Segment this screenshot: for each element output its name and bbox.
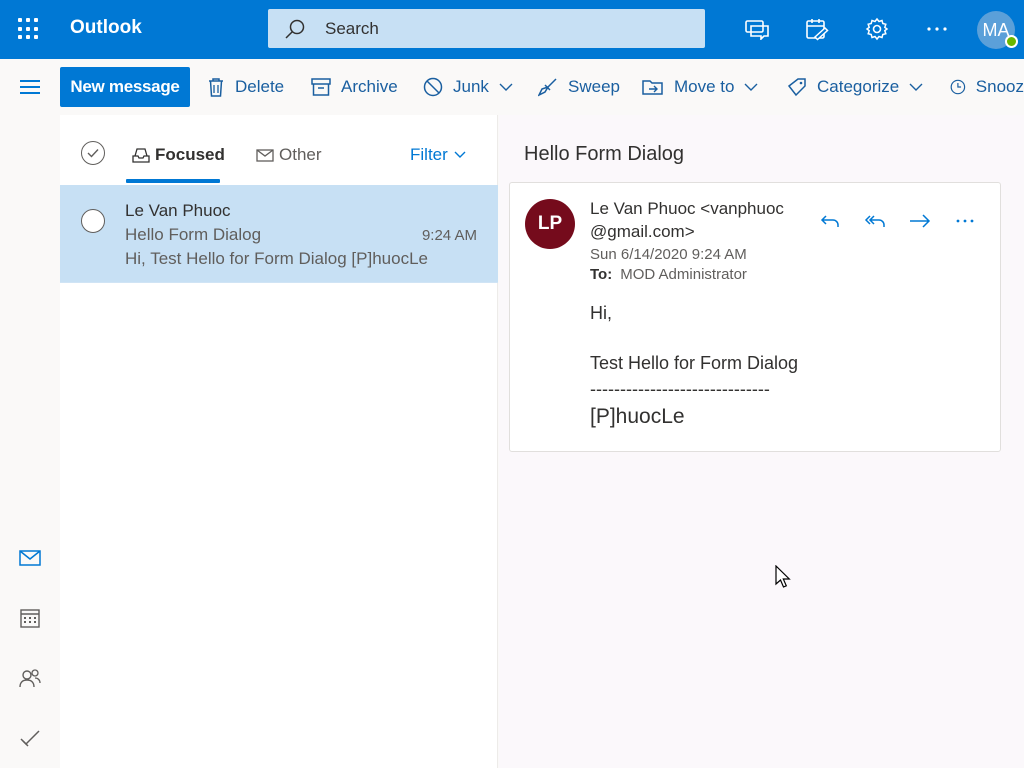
focused-inbox-icon — [132, 148, 150, 163]
reading-subject: Hello Form Dialog — [524, 143, 685, 165]
new-message-button[interactable]: New message — [60, 67, 190, 107]
tab-focused-label: Focused — [155, 145, 225, 164]
from-field[interactable]: Le Van Phuoc <vanphuoc @gmail.com> — [590, 197, 810, 243]
app-launcher-icon[interactable] — [18, 18, 40, 40]
junk-button[interactable]: Junk — [423, 75, 513, 99]
folder-pivot: Focused Other Filter — [60, 115, 498, 185]
filter-button[interactable]: Filter — [410, 145, 466, 165]
command-bar: New message Delete Archive Junk Sweep Mo… — [0, 59, 1024, 115]
more-actions-icon[interactable] — [953, 209, 977, 233]
mail-icon[interactable] — [18, 546, 42, 570]
sent-date: Sun 6/14/2020 9:24 AM — [590, 246, 747, 263]
message-sender: Le Van Phuoc — [125, 201, 231, 220]
snooze-button[interactable]: Snooz — [950, 75, 1024, 99]
reply-all-icon[interactable] — [863, 209, 887, 233]
top-header: Outlook MA — [0, 0, 1024, 59]
app-brand[interactable]: Outlook — [70, 17, 142, 39]
forward-icon[interactable] — [908, 209, 932, 233]
message-list-item[interactable]: Le Van Phuoc Hello Form Dialog 9:24 AM H… — [60, 185, 498, 283]
junk-label: Junk — [453, 77, 489, 96]
delete-button[interactable]: Delete — [207, 75, 284, 99]
tab-other-label: Other — [279, 145, 322, 164]
archive-label: Archive — [341, 77, 398, 96]
message-preview: Hi, Test Hello for Form Dialog [P]huocLe — [125, 249, 428, 268]
message-subject: Hello Form Dialog — [125, 225, 262, 244]
active-tab-indicator — [126, 179, 220, 183]
move-to-label: Move to — [674, 77, 735, 96]
mouse-cursor-icon — [775, 565, 791, 588]
user-avatar[interactable]: MA — [977, 11, 1018, 49]
checkmark-icon — [87, 149, 99, 158]
select-all-checkbox[interactable] — [81, 141, 105, 165]
sender-avatar[interactable]: LP — [525, 199, 575, 249]
filter-label: Filter — [410, 145, 448, 164]
delete-label: Delete — [235, 77, 285, 96]
to-field: To: MOD Administrator — [590, 266, 747, 283]
move-folder-icon — [642, 80, 663, 95]
message-card: LP Le Van Phuoc <vanphuoc @gmail.com> Su… — [509, 182, 1001, 452]
more-icon[interactable] — [924, 16, 950, 42]
search-box[interactable] — [268, 9, 705, 48]
envelope-icon — [256, 149, 274, 162]
chevron-down-icon[interactable] — [744, 83, 758, 91]
body-signature: [P]huocLe — [590, 405, 685, 428]
search-icon — [285, 19, 305, 39]
search-input[interactable] — [325, 18, 685, 39]
reading-pane: Hello Form Dialog LP Le Van Phuoc <vanph… — [499, 115, 1024, 768]
todo-check-icon[interactable] — [18, 726, 42, 750]
tag-icon — [787, 78, 806, 97]
to-recipient[interactable]: MOD Administrator — [620, 266, 747, 283]
archive-button[interactable]: Archive — [311, 75, 398, 99]
categorize-button[interactable]: Categorize — [787, 75, 923, 99]
from-line-2: @gmail.com> — [590, 222, 695, 241]
categorize-label: Categorize — [817, 77, 900, 96]
tab-focused[interactable]: Focused — [132, 145, 225, 165]
tab-other[interactable]: Other — [256, 145, 322, 165]
chevron-down-icon[interactable] — [909, 83, 923, 91]
people-icon[interactable] — [18, 666, 42, 690]
reply-icon[interactable] — [818, 209, 842, 233]
from-line-1: Le Van Phuoc <vanphuoc — [590, 199, 784, 218]
chevron-down-icon — [454, 151, 466, 158]
clock-icon — [950, 79, 966, 95]
body-line: Test Hello for Form Dialog — [590, 353, 799, 373]
sender-initials: LP — [537, 213, 563, 234]
sweep-label: Sweep — [568, 77, 620, 96]
broom-icon — [538, 78, 557, 97]
chevron-down-icon[interactable] — [499, 83, 513, 91]
settings-gear-icon[interactable] — [864, 16, 890, 42]
calendar-icon[interactable] — [18, 606, 42, 630]
snooze-label: Snooz — [975, 77, 1024, 96]
trash-icon — [209, 78, 223, 97]
sweep-button[interactable]: Sweep — [538, 75, 620, 99]
presence-available-icon — [1005, 35, 1018, 48]
hamburger-menu-icon[interactable] — [20, 80, 40, 94]
body-divider: ------------------------------ — [590, 379, 770, 399]
chat-feedback-icon[interactable] — [744, 16, 770, 42]
move-to-button[interactable]: Move to — [642, 75, 758, 99]
my-day-icon[interactable] — [804, 16, 830, 42]
message-list-pane: Focused Other Filter Le Van Phuoc Hello … — [60, 115, 498, 768]
archive-icon — [311, 78, 331, 96]
block-icon — [423, 77, 443, 97]
message-time: 9:24 AM — [421, 227, 477, 244]
body-greeting: Hi, — [590, 303, 612, 323]
to-label: To: — [590, 266, 613, 283]
message-select-checkbox[interactable] — [81, 209, 105, 233]
